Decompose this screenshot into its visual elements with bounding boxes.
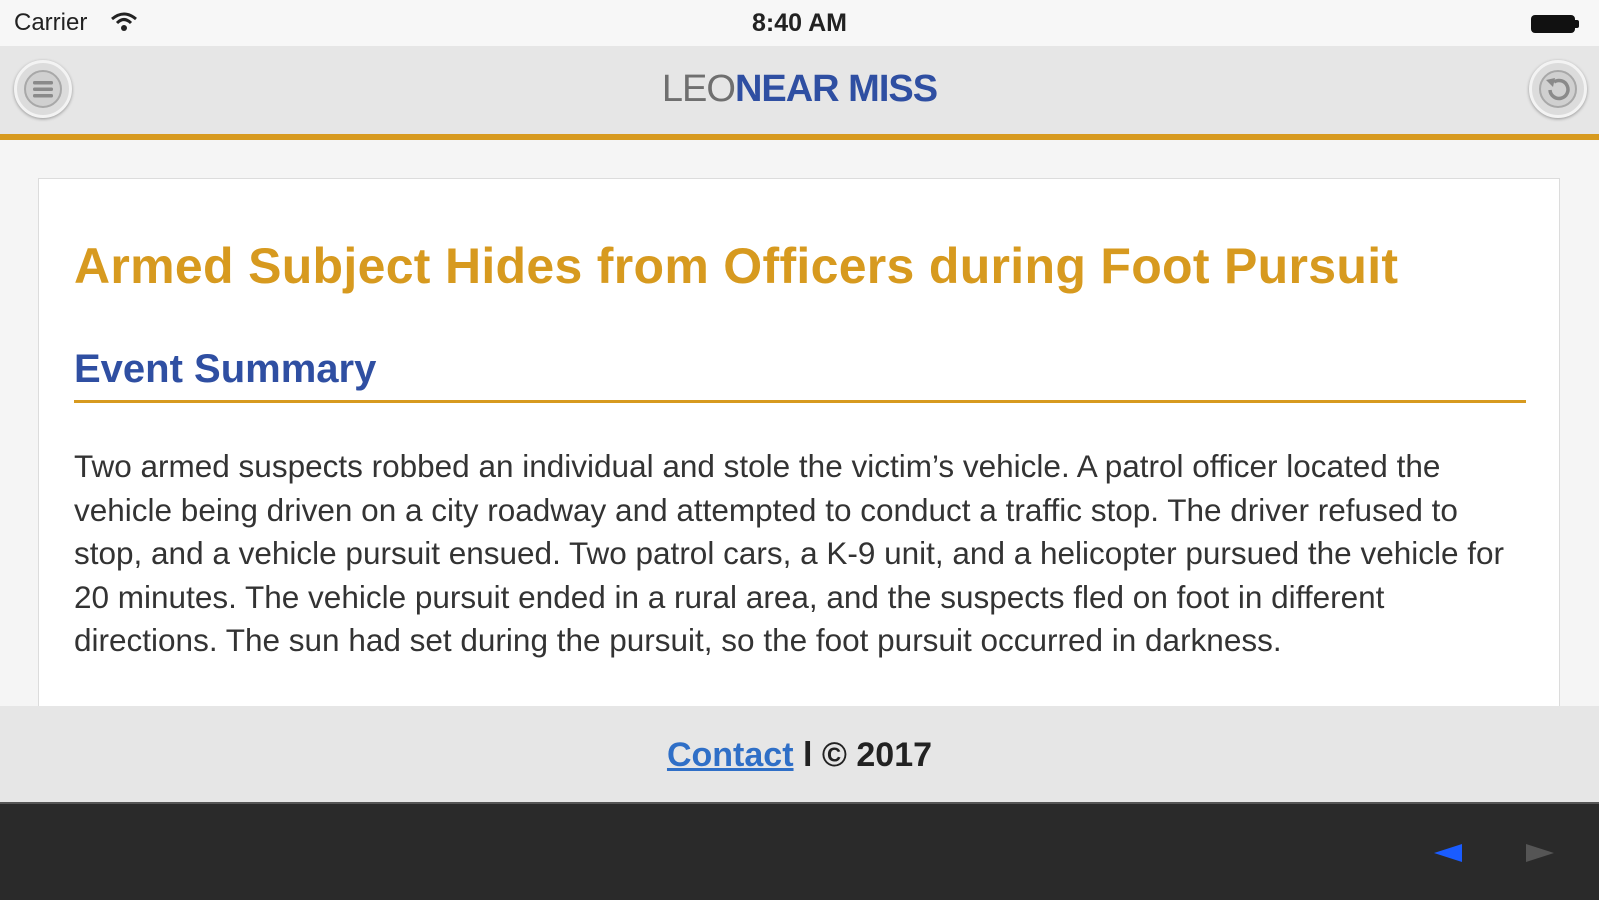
app-screen: Carrier 8:40 AM LEONEAR MISS Armed Subje… bbox=[0, 0, 1599, 900]
section-heading-event-summary: Event Summary bbox=[74, 347, 1526, 403]
footer-content: Contact l © 2017 bbox=[0, 736, 1599, 775]
contact-link[interactable]: Contact bbox=[667, 736, 794, 774]
app-header: LEONEAR MISS bbox=[0, 46, 1599, 140]
status-time: 8:40 AM bbox=[752, 9, 847, 37]
browser-toolbar bbox=[0, 802, 1599, 900]
triangle-right-icon[interactable] bbox=[1524, 842, 1556, 864]
brand-near-miss: NEAR MISS bbox=[734, 68, 938, 110]
triangle-left-icon[interactable] bbox=[1432, 842, 1464, 864]
back-button[interactable] bbox=[1529, 60, 1587, 118]
article-title: Armed Subject Hides from Officers during… bbox=[74, 238, 1399, 294]
footer-separator: l bbox=[802, 736, 813, 774]
event-summary-text: Two armed suspects robbed an individual … bbox=[74, 448, 1505, 658]
battery-icon bbox=[1531, 15, 1579, 33]
app-brand: LEONEAR MISS bbox=[0, 68, 1599, 111]
brand-leo: LEO bbox=[661, 68, 736, 110]
back-arrow-icon bbox=[1539, 70, 1577, 108]
copyright-text: © 2017 bbox=[821, 736, 933, 774]
page-footer: Contact l © 2017 bbox=[0, 706, 1599, 802]
status-bar: Carrier 8:40 AM bbox=[0, 0, 1599, 46]
article-card: Armed Subject Hides from Officers during… bbox=[38, 178, 1560, 718]
